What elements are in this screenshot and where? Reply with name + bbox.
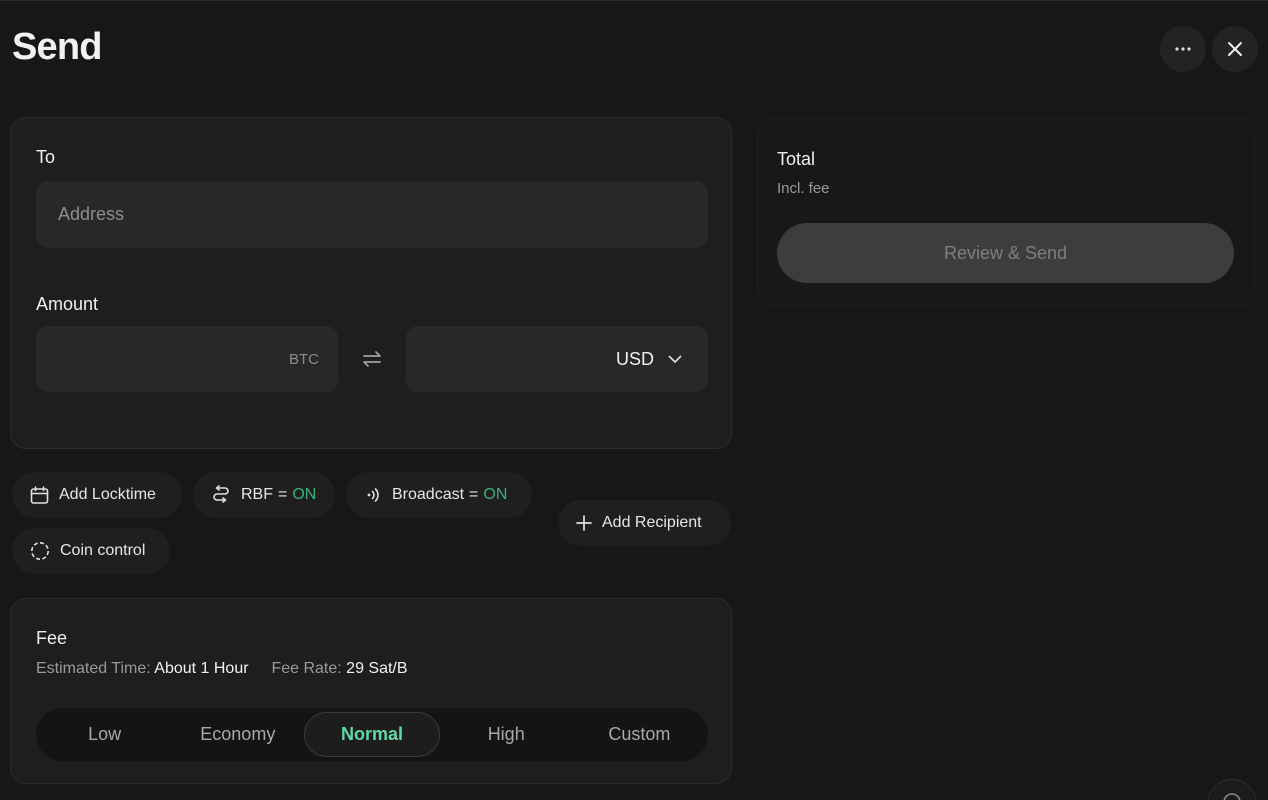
fee-rate-key: Fee Rate: (271, 660, 342, 677)
chevron-down-icon[interactable] (668, 355, 682, 364)
add-recipient-button[interactable]: Add Recipient (558, 500, 731, 546)
more-icon (1175, 47, 1191, 51)
total-sub-label: Incl. fee (777, 180, 830, 197)
address-input[interactable] (58, 204, 708, 225)
fiat-amount-input[interactable]: USD (406, 326, 708, 392)
address-field-container (36, 181, 708, 248)
broadcast-icon (367, 488, 379, 502)
page-title: Send (12, 26, 103, 68)
fiat-currency-select[interactable]: USD (616, 349, 654, 370)
rbf-equals: = (278, 486, 288, 503)
coin-control-button[interactable]: Coin control (12, 528, 170, 574)
calendar-icon (30, 485, 49, 504)
help-button[interactable] (1207, 779, 1257, 800)
fee-option-normal[interactable]: Normal (304, 712, 440, 757)
fee-option-economy[interactable]: Economy (171, 712, 304, 757)
fee-card: Fee Estimated Time: About 1 Hour Fee Rat… (10, 598, 732, 784)
swap-icon[interactable] (361, 349, 383, 369)
fee-rate-value: 29 Sat/B (346, 660, 408, 677)
add-locktime-label: Add Locktime (59, 486, 156, 503)
coin-control-label: Coin control (60, 542, 146, 559)
close-button[interactable] (1212, 26, 1258, 72)
fee-option-low[interactable]: Low (38, 712, 171, 757)
plus-icon (576, 515, 592, 531)
fee-option-high[interactable]: High (440, 712, 573, 757)
rbf-state: ON (292, 486, 317, 503)
broadcast-state: ON (483, 486, 508, 503)
total-panel: Total Incl. fee Review & Send (757, 118, 1255, 306)
btc-amount-input[interactable]: BTC (36, 326, 338, 392)
estimated-time-value: About 1 Hour (154, 660, 249, 677)
add-recipient-label: Add Recipient (602, 514, 702, 531)
to-label: To (36, 147, 56, 167)
amount-label: Amount (36, 294, 99, 314)
help-icon (1223, 793, 1241, 800)
total-label: Total (777, 149, 816, 169)
fee-level-selector: Low Economy Normal High Custom (36, 708, 708, 761)
rbf-toggle[interactable]: RBF = ON (193, 472, 335, 518)
estimated-time-key: Estimated Time: (36, 660, 151, 677)
coin-control-icon (31, 542, 49, 560)
broadcast-label: Broadcast (392, 486, 465, 503)
review-send-button[interactable]: Review & Send (777, 223, 1234, 283)
recipient-card: To Amount BTC USD (10, 117, 732, 449)
fee-title: Fee (36, 628, 68, 648)
top-divider (0, 0, 1268, 1)
close-icon (1228, 42, 1242, 56)
broadcast-equals: = (469, 486, 479, 503)
btc-unit-label: BTC (289, 350, 319, 368)
fee-option-custom[interactable]: Custom (573, 712, 706, 757)
fee-details: Estimated Time: About 1 Hour Fee Rate: 2… (36, 660, 408, 678)
rbf-label: RBF (241, 486, 273, 503)
rbf-icon (213, 485, 229, 503)
broadcast-toggle[interactable]: Broadcast = ON (346, 472, 532, 518)
add-locktime-button[interactable]: Add Locktime (12, 472, 182, 518)
more-options-button[interactable] (1160, 26, 1206, 72)
